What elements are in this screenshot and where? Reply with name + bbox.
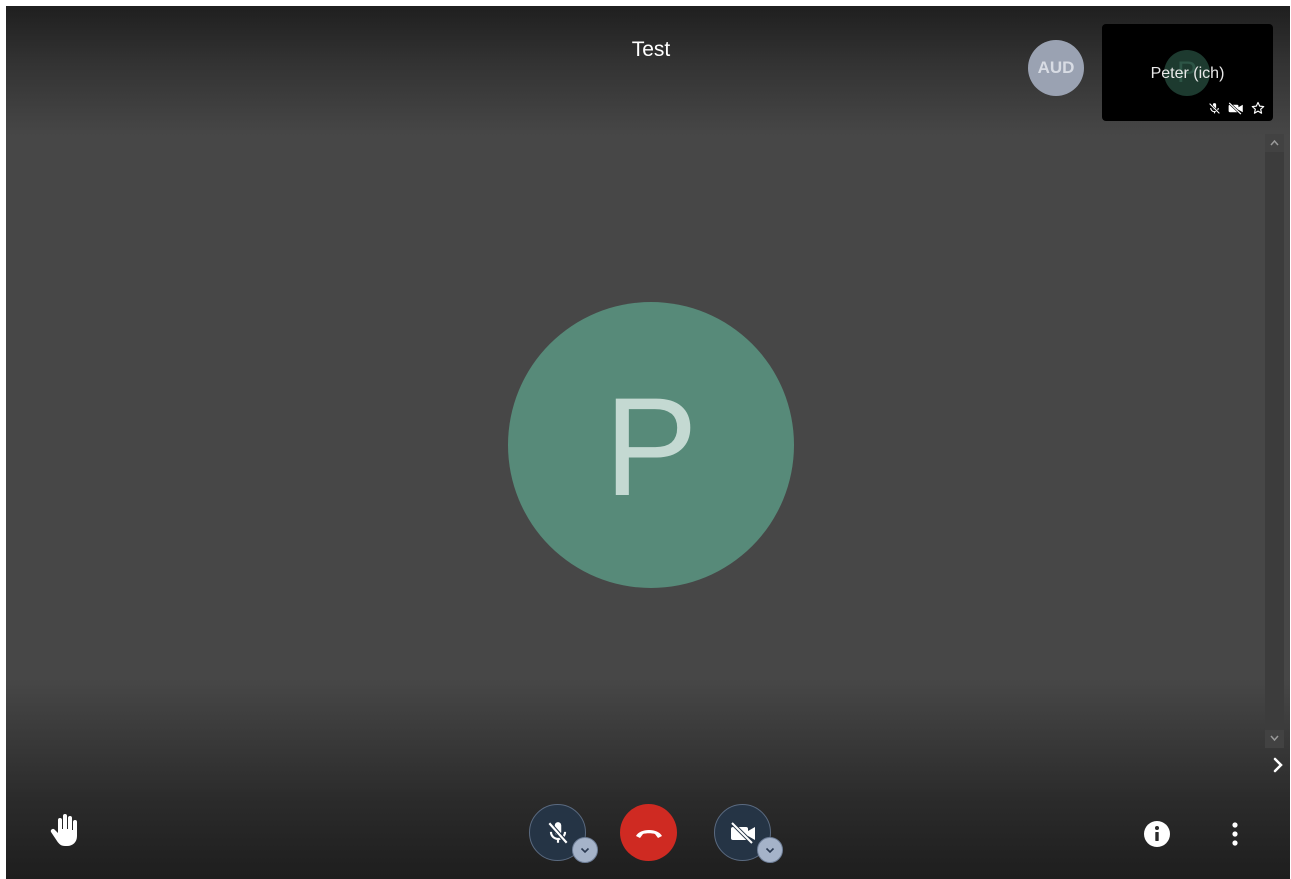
self-video-thumbnail[interactable]: P Peter (ich) (1102, 24, 1273, 121)
scroll-down-button[interactable] (1265, 730, 1284, 748)
info-icon (1144, 821, 1170, 847)
mic-muted-icon (1208, 102, 1221, 115)
self-name-label: Peter (ich) (1150, 65, 1225, 82)
hangup-button[interactable] (620, 804, 677, 861)
thumbnail-status-icons (1208, 101, 1265, 115)
mic-off-icon (547, 821, 568, 844)
chevron-up-icon (1270, 139, 1279, 146)
meeting-info-button[interactable] (1143, 820, 1171, 853)
more-options-button[interactable] (1228, 820, 1242, 853)
star-icon[interactable] (1251, 101, 1265, 115)
toggle-filmstrip-button[interactable] (1272, 756, 1284, 779)
raise-hand-button[interactable] (48, 812, 82, 853)
raise-hand-icon (50, 814, 77, 846)
chevron-down-icon (580, 847, 590, 853)
scroll-up-button[interactable] (1265, 134, 1284, 152)
chevron-down-icon (765, 847, 775, 853)
main-participant-avatar: P (508, 302, 794, 588)
meeting-title: Test (631, 38, 671, 61)
audio-settings-dropdown[interactable] (572, 837, 598, 863)
header-gradient (6, 6, 1290, 136)
more-vertical-icon (1232, 822, 1238, 846)
chevron-down-icon (1270, 735, 1279, 742)
video-settings-dropdown[interactable] (757, 837, 783, 863)
audio-only-participant-badge[interactable]: AUD (1028, 40, 1084, 96)
chevron-right-icon (1273, 757, 1283, 773)
camera-off-icon (730, 821, 755, 844)
camera-off-icon (1228, 101, 1244, 115)
main-avatar-initial: P (604, 368, 698, 525)
filmstrip-scrollbar[interactable] (1265, 134, 1284, 748)
meeting-stage: Test AUD P Peter (ich) P (6, 6, 1290, 879)
hangup-icon (635, 829, 662, 838)
